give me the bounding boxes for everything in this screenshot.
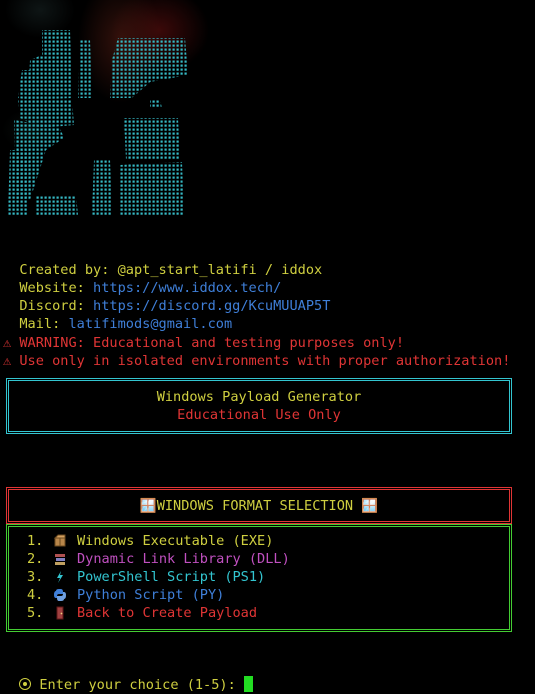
menu-item-number: 4. [27,587,44,603]
mail-link[interactable]: latifimods@gmail.com [68,316,232,332]
input-cursor[interactable] [243,676,253,692]
menu-item-number: 2. [27,551,44,567]
books-icon [55,554,65,565]
menu-item-number: 5. [27,605,44,621]
mail-label: Mail: [19,316,61,332]
header-box: Windows Payload Generator Educational Us… [6,378,512,434]
package-icon [53,534,66,547]
mail-line: Mail: latifimods@gmail.com [3,297,232,332]
menu-item-label: Windows Executable (EXE) [77,533,274,549]
selection-title: 🪟WINDOWS FORMAT SELECTION 🪟 [139,498,379,514]
warning-line-2: ⚠ Use only in isolated environments with… [3,353,511,369]
door-icon [56,606,64,620]
lightning-icon [57,571,63,583]
website-line: Website: https://www.iddox.tech/ [3,261,281,296]
discord-line: Discord: https://discord.gg/KcuMUUAP5T [3,279,330,314]
header-subtitle: Educational Use Only [177,407,341,423]
menu-item-label: Back to Create Payload [77,605,258,621]
python-icon [54,589,66,601]
menu-item-number: 3. [27,569,44,585]
menu-item-back[interactable]: 5. Back to Create Payload [27,604,257,622]
menu-item-ps1[interactable]: 3. PowerShell Script (PS1) [27,568,265,586]
warning-line-1: ⚠ WARNING: Educational and testing purpo… [3,335,405,351]
ascii-logo [8,30,188,215]
menu-item-label: Python Script (PY) [77,587,225,603]
menu-item-py[interactable]: 4. Python Script (PY) [27,586,224,604]
choice-prompt: Enter your choice (1-5): [3,658,253,693]
target-icon [19,678,32,690]
menu-item-label: PowerShell Script (PS1) [77,569,266,585]
menu-item-number: 1. [27,533,44,549]
menu-item-exe[interactable]: 1. Windows Executable (EXE) [27,532,273,550]
selection-title-box: 🪟WINDOWS FORMAT SELECTION 🪟 [6,487,512,524]
header-title: Windows Payload Generator [156,389,362,405]
menu-item-dll[interactable]: 2. Dynamic Link Library (DLL) [27,550,290,568]
created-by-line: Created by: @apt_start_latifi / iddox [3,243,322,278]
menu-item-label: Dynamic Link Library (DLL) [77,551,290,567]
choice-prompt-text: Enter your choice (1-5): [39,677,236,693]
